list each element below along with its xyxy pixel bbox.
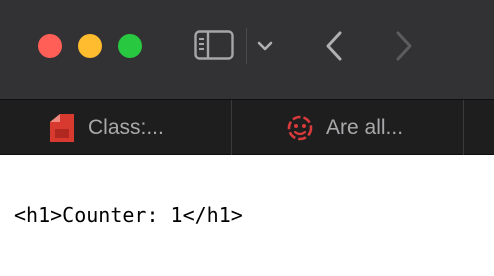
back-arrow-icon bbox=[326, 31, 342, 61]
chevron-down-icon bbox=[257, 41, 273, 51]
sidebar-toggle-button[interactable] bbox=[194, 30, 234, 60]
red-document-icon bbox=[50, 113, 74, 142]
tab-label: Are all... bbox=[326, 115, 404, 139]
maximize-window-button[interactable] bbox=[118, 34, 142, 58]
page-content: <h1>Counter: 1</h1> bbox=[0, 155, 494, 276]
page-text: <h1>Counter: 1</h1> bbox=[14, 203, 243, 227]
tab-are-all[interactable]: Are all... bbox=[232, 100, 463, 155]
tab-class[interactable]: Class:... bbox=[0, 100, 231, 155]
back-button[interactable] bbox=[322, 30, 346, 62]
tab-bar: Class:... Are all... bbox=[0, 99, 494, 155]
tab-label: Class:... bbox=[88, 115, 164, 139]
forward-button[interactable] bbox=[392, 30, 416, 62]
sidebar-icon bbox=[194, 30, 234, 60]
close-window-button[interactable] bbox=[38, 34, 62, 58]
minimize-window-button[interactable] bbox=[78, 34, 102, 58]
red-face-badge-icon bbox=[287, 115, 313, 140]
title-bar bbox=[0, 0, 494, 99]
tab-separator bbox=[463, 100, 464, 155]
forward-arrow-icon bbox=[396, 31, 412, 61]
toolbar-divider bbox=[246, 28, 247, 64]
tab-overview-menu-button[interactable] bbox=[255, 36, 275, 56]
